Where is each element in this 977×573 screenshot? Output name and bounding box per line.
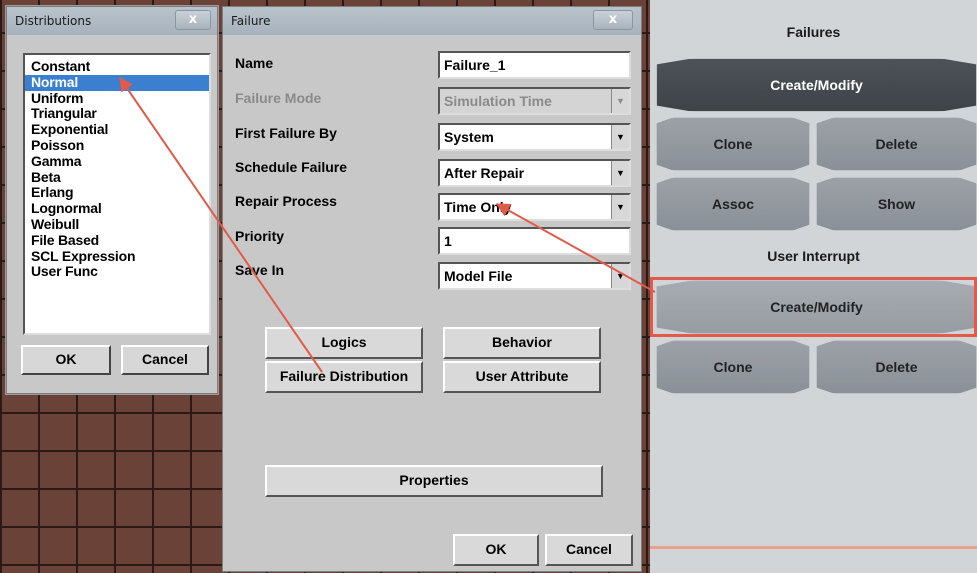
schedule-failure-select[interactable]: After Repair ▼ [438, 159, 631, 187]
failure-mode-select: Simulation Time ▼ [438, 87, 631, 115]
distributions-title-bar: Distributions x [7, 7, 217, 35]
chevron-down-icon[interactable]: ▼ [611, 195, 629, 219]
distribution-item-uniform[interactable]: Uniform [25, 90, 209, 107]
distribution-item-triangular[interactable]: Triangular [25, 106, 209, 122]
distribution-item-scl-expression[interactable]: SCL Expression [25, 248, 209, 265]
priority-input[interactable]: 1 [438, 227, 631, 255]
failure-title-bar: Failure x [223, 7, 641, 35]
user-attribute-button[interactable]: User Attribute [443, 361, 601, 393]
behavior-button[interactable]: Behavior [443, 327, 601, 359]
failure-window: Failure x Name Failure_1 Failure Mode Si… [222, 6, 642, 572]
close-icon[interactable]: x [593, 10, 633, 30]
distribution-item-weibull[interactable]: Weibull [25, 216, 209, 233]
panel-divider [650, 546, 977, 549]
name-label: Name [235, 55, 274, 71]
show-button[interactable]: Show [816, 177, 977, 231]
distribution-item-beta[interactable]: Beta [25, 169, 209, 186]
distribution-item-erlang[interactable]: Erlang [25, 185, 209, 201]
failure-mode-value: Simulation Time [444, 93, 552, 109]
distribution-list[interactable]: Constant Normal Uniform Triangular Exponenti… [23, 53, 211, 335]
distributions-window: Distributions x Constant Normal Uniform Tri… [6, 6, 218, 394]
chevron-down-icon[interactable]: ▼ [611, 161, 629, 185]
schedule-failure-label: Schedule Failure [235, 159, 348, 175]
distributions-title: Distributions [15, 14, 92, 28]
chevron-down-icon[interactable]: ▼ [611, 125, 629, 149]
failure-distribution-button[interactable]: Failure Distribution [265, 361, 423, 393]
first-failure-by-select[interactable]: System ▼ [438, 123, 631, 151]
distribution-item-constant[interactable]: Constant [25, 58, 209, 75]
save-in-value: Model File [444, 268, 513, 284]
first-failure-by-label: First Failure By [235, 125, 337, 141]
first-failure-by-value: System [444, 129, 494, 145]
failure-mode-label: Failure Mode [235, 90, 322, 106]
distribution-item-poisson[interactable]: Poisson [25, 137, 209, 154]
failure-title: Failure [231, 14, 271, 28]
schedule-failure-value: After Repair [444, 165, 525, 181]
user-interrupt-clone-button[interactable]: Clone [656, 340, 810, 394]
repair-process-select[interactable]: Time Only ▼ [438, 193, 631, 221]
failure-ok-button[interactable]: OK [453, 534, 539, 566]
priority-label: Priority [235, 228, 285, 244]
user-interrupt-create-modify-button[interactable]: Create/Modify [656, 280, 977, 334]
distribution-item-exponential[interactable]: Exponential [25, 121, 209, 138]
save-in-select[interactable]: Model File ▼ [438, 262, 631, 290]
distribution-item-normal[interactable]: Normal [25, 74, 209, 91]
distribution-item-user-func[interactable]: User Func [25, 264, 209, 280]
distribution-item-lognormal[interactable]: Lognormal [25, 200, 209, 217]
properties-button[interactable]: Properties [265, 465, 603, 497]
failures-create-modify-button[interactable]: Create/Modify [656, 58, 977, 112]
failures-clone-button[interactable]: Clone [656, 117, 810, 171]
repair-process-value: Time Only [444, 199, 512, 215]
chevron-down-icon[interactable]: ▼ [611, 264, 629, 288]
close-icon[interactable]: x [175, 10, 211, 30]
failures-delete-button[interactable]: Delete [816, 117, 977, 171]
distribution-item-file-based[interactable]: File Based [25, 232, 209, 249]
failure-cancel-button[interactable]: Cancel [545, 534, 633, 566]
action-panel: Failures Create/Modify Clone Delete Asso… [650, 0, 977, 573]
assoc-button[interactable]: Assoc [656, 177, 810, 231]
save-in-label: Save In [235, 262, 285, 278]
dist-ok-button[interactable]: OK [21, 345, 111, 375]
failures-header: Failures [786, 24, 841, 40]
chevron-down-icon: ▼ [611, 89, 629, 113]
logics-button[interactable]: Logics [265, 327, 423, 359]
repair-process-label: Repair Process [235, 193, 337, 209]
dist-cancel-button[interactable]: Cancel [121, 345, 209, 375]
user-interrupt-header: User Interrupt [767, 248, 860, 264]
name-input[interactable]: Failure_1 [438, 51, 631, 79]
user-interrupt-delete-button[interactable]: Delete [816, 340, 977, 394]
distribution-item-gamma[interactable]: Gamma [25, 153, 209, 170]
